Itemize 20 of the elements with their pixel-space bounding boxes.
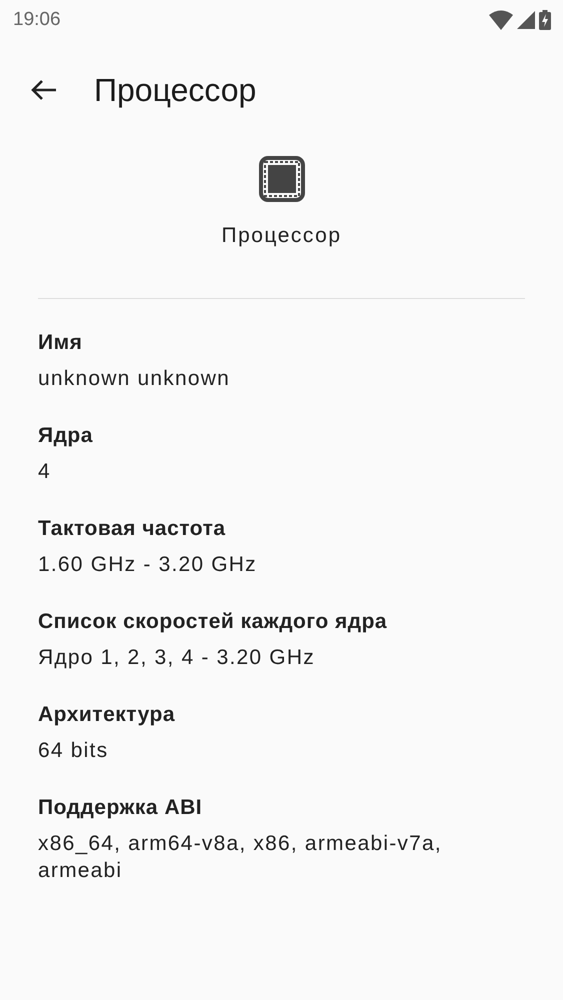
wifi-icon — [489, 10, 513, 30]
status-time: 19:06 — [13, 9, 61, 31]
property-value: unknown unknown — [38, 366, 231, 392]
property-label: Тактовая частота — [38, 517, 227, 541]
property-value: 64 bits — [38, 738, 110, 764]
screen-title: Процессор — [94, 72, 256, 108]
property-label: Ядра — [38, 424, 94, 448]
property-value: Ядро 1, 2, 3, 4 - 3.20 GHz — [38, 645, 316, 671]
property-label: Имя — [38, 331, 84, 355]
section-title: Процессор — [221, 224, 342, 248]
back-arrow-icon[interactable] — [30, 78, 58, 102]
property-value: 1.60 GHz - 3.20 GHz — [38, 552, 258, 578]
property-label: Поддержка ABI — [38, 796, 204, 820]
property-label: Архитектура — [38, 703, 176, 727]
property-value: x86_64, arm64-v8a, x86, armeabi-v7a, armeabi — [38, 831, 443, 884]
processor-chip-icon — [258, 156, 304, 202]
property-value: 4 — [38, 459, 52, 485]
property-label: Список скоростей каждого ядра — [38, 610, 388, 634]
battery-charging-icon — [539, 10, 551, 30]
signal-icon — [517, 11, 535, 29]
